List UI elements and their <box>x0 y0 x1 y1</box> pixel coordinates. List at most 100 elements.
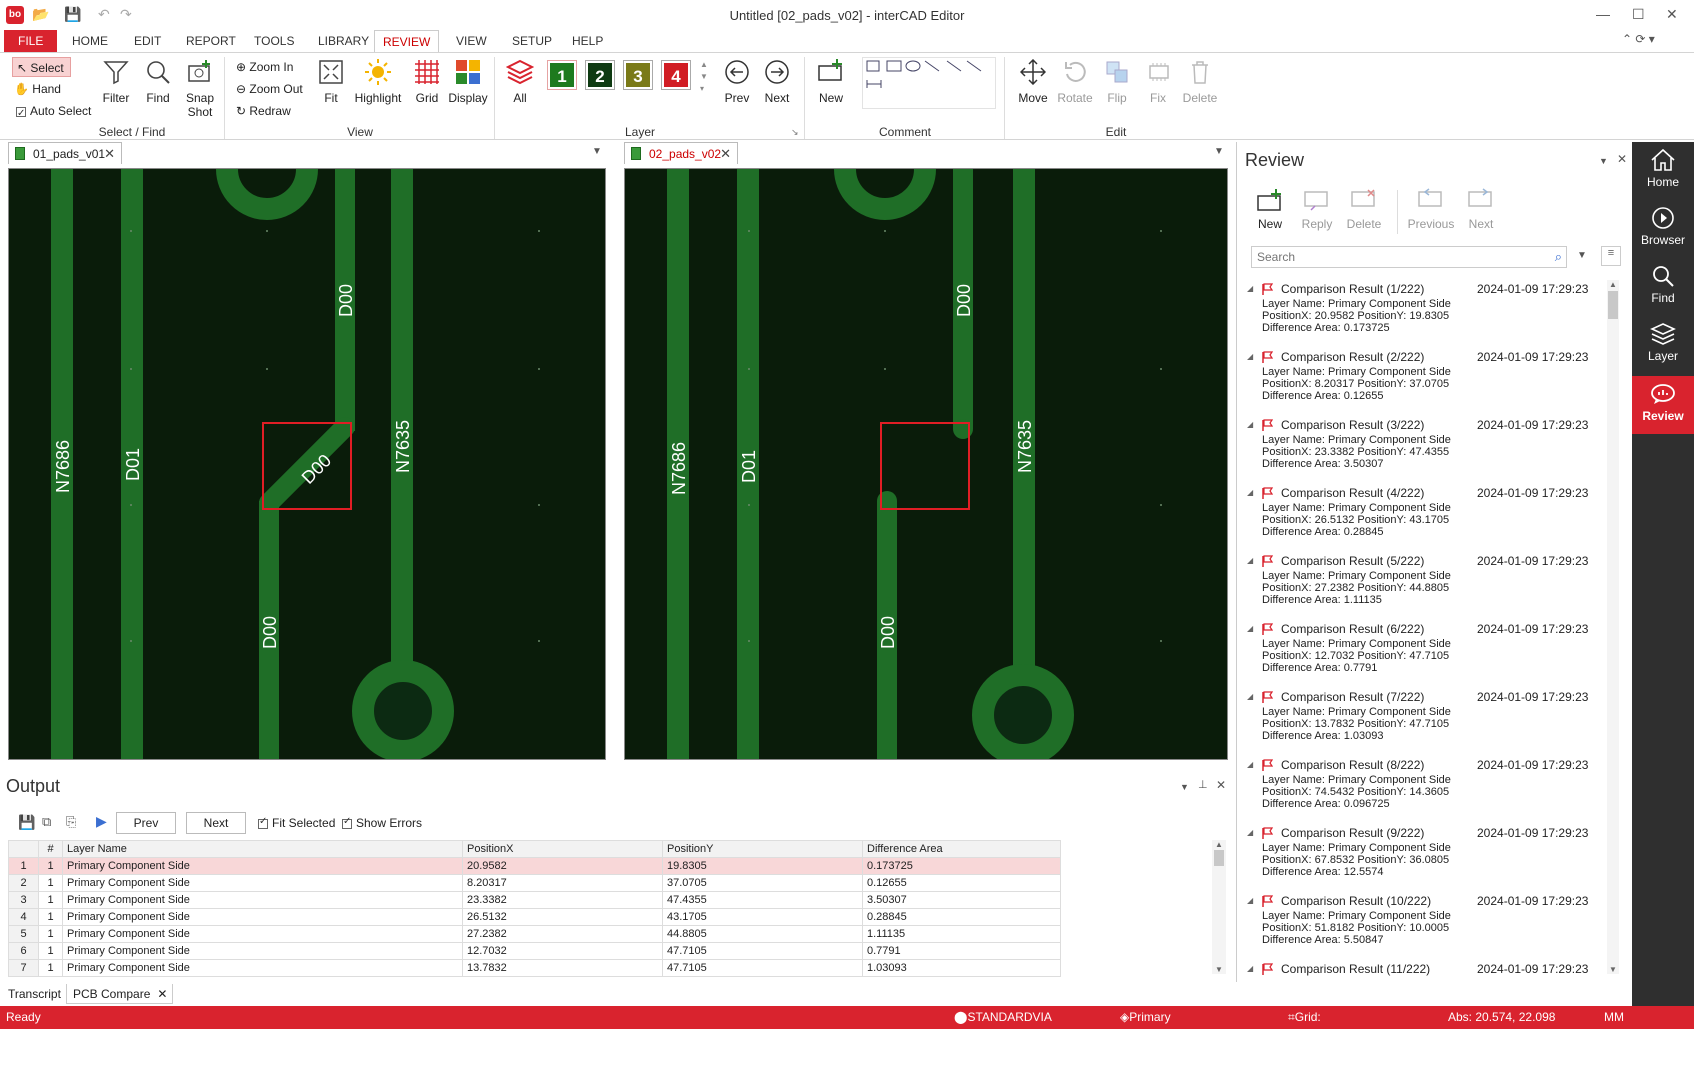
rail-browser[interactable]: Browser <box>1632 200 1694 258</box>
table-row[interactable]: 7 1 Primary Component Side 13.7832 47.7105 1.… <box>8 959 1061 977</box>
collapse-triangle-icon[interactable]: ◢ <box>1247 828 1253 837</box>
review-item[interactable]: ◢ Comparison Result (10/222) 2024-01-09 17… <box>1237 894 1607 957</box>
review-item[interactable]: ◢ Comparison Result (8/222) 2024-01-09 17:… <box>1237 758 1607 821</box>
tab-tools[interactable]: TOOLS <box>246 30 302 52</box>
fit-button[interactable]: Fit <box>316 57 346 105</box>
close-panel-icon[interactable]: ✕ <box>1216 778 1226 792</box>
tab-library[interactable]: LIBRARY <box>310 30 377 52</box>
run-icon[interactable]: ▶ <box>96 813 107 830</box>
scroll-thumb[interactable] <box>1608 291 1618 319</box>
zoom-out-button[interactable]: ⊖ Zoom Out <box>236 79 303 99</box>
output-tab-pcb-compare[interactable]: PCB Compare ✕ <box>66 984 174 1004</box>
hand-button[interactable]: ✋ Hand <box>14 79 61 99</box>
export-icon[interactable]: ⎘ <box>66 814 76 830</box>
reply-button[interactable]: Reply <box>1297 188 1337 231</box>
scroll-thumb[interactable] <box>1214 850 1224 866</box>
next-layer-button[interactable]: Next <box>762 57 792 105</box>
layer-4-toggle[interactable]: 4 <box>661 60 691 90</box>
review-item[interactable]: ◢ Comparison Result (1/222) 2024-01-09 17:… <box>1237 282 1607 345</box>
collapse-triangle-icon[interactable]: ◢ <box>1247 420 1253 429</box>
pin-icon[interactable]: ⊥ <box>1198 778 1208 791</box>
ribbon-options-icon[interactable]: ⌃ ⟳ ▾ <box>1622 32 1655 46</box>
review-scrollbar[interactable]: ▲ ▼ <box>1607 280 1619 974</box>
review-item[interactable]: ◢ Comparison Result (4/222) 2024-01-09 17:… <box>1237 486 1607 549</box>
table-row[interactable]: 6 1 Primary Component Side 12.7032 47.7105 0.… <box>8 942 1061 960</box>
tab-help[interactable]: HELP <box>564 30 611 52</box>
pcb-view-right[interactable]: N7686 D01 D00 N7635 D00 <box>624 168 1228 760</box>
layer-2-toggle[interactable]: 2 <box>585 60 615 90</box>
collapse-triangle-icon[interactable]: ◢ <box>1247 896 1253 905</box>
review-item[interactable]: ◢ Comparison Result (11/222) 2024-01-09 17… <box>1237 962 1607 976</box>
delete-review-button[interactable]: Delete <box>1343 188 1385 231</box>
review-item[interactable]: ◢ Comparison Result (7/222) 2024-01-09 17:… <box>1237 690 1607 753</box>
snapshot-button[interactable]: Snap Shot <box>182 57 218 119</box>
tab-edit[interactable]: EDIT <box>126 30 169 52</box>
new-review-button[interactable]: New <box>1253 188 1287 231</box>
output-scrollbar[interactable]: ▲ ▼ <box>1212 840 1226 974</box>
all-layers-button[interactable]: All <box>504 57 536 105</box>
tab-home[interactable]: HOME <box>64 30 116 52</box>
layer-dialog-launcher-icon[interactable]: ↘ <box>791 127 799 138</box>
rail-home[interactable]: Home <box>1632 142 1694 200</box>
tab-list-dropdown-icon[interactable]: ▼ <box>1214 146 1224 157</box>
display-button[interactable]: Display <box>448 57 488 105</box>
fix-button[interactable]: Fix <box>1144 57 1172 105</box>
layer-scroll[interactable]: ▲ ▼ ▾ <box>700 59 708 95</box>
delete-button[interactable]: Delete <box>1182 57 1218 105</box>
tab-setup[interactable]: SETUP <box>504 30 560 52</box>
output-prev-button[interactable]: Prev <box>116 812 176 834</box>
tab-view[interactable]: VIEW <box>448 30 495 52</box>
table-row[interactable]: 5 1 Primary Component Side 27.2382 44.8805 1.… <box>8 925 1061 943</box>
review-search-box[interactable]: ⌕ <box>1251 246 1567 268</box>
collapse-triangle-icon[interactable]: ◢ <box>1247 964 1253 973</box>
collapse-triangle-icon[interactable]: ◢ <box>1247 760 1253 769</box>
table-row[interactable]: 3 1 Primary Component Side 23.3382 47.4355 3.… <box>8 891 1061 909</box>
close-tab-icon[interactable]: ✕ <box>104 143 115 165</box>
zoom-in-button[interactable]: ⊕ Zoom In <box>236 57 293 77</box>
new-comment-button[interactable]: New <box>814 57 848 105</box>
column-header[interactable]: Difference Area <box>862 840 1061 858</box>
review-item[interactable]: ◢ Comparison Result (6/222) 2024-01-09 17:… <box>1237 622 1607 685</box>
pcb-view-left[interactable]: N7686 D01 D00 N7635 D00 D00 <box>8 168 606 760</box>
select-button[interactable]: ↖ Select <box>12 57 71 77</box>
list-view-icon[interactable]: ≡ <box>1601 246 1621 266</box>
comment-shapes-gallery[interactable] <box>862 57 996 109</box>
search-options-dropdown-icon[interactable]: ▼ <box>1577 250 1587 261</box>
previous-review-button[interactable]: Previous <box>1403 188 1459 231</box>
find-button[interactable]: Find <box>142 57 174 105</box>
column-header[interactable]: PositionY <box>662 840 863 858</box>
next-review-button[interactable]: Next <box>1461 188 1501 231</box>
collapse-triangle-icon[interactable]: ◢ <box>1247 352 1253 361</box>
redraw-button[interactable]: ↻ Redraw <box>236 101 291 121</box>
show-errors-checkbox[interactable]: Show Errors <box>342 816 422 830</box>
close-tab-icon[interactable]: ✕ <box>157 984 167 1004</box>
highlight-button[interactable]: Highlight <box>352 57 404 105</box>
layer-3-toggle[interactable]: 3 <box>623 60 653 90</box>
review-item[interactable]: ◢ Comparison Result (5/222) 2024-01-09 17:… <box>1237 554 1607 617</box>
collapse-triangle-icon[interactable]: ◢ <box>1247 692 1253 701</box>
tab-review[interactable]: REVIEW <box>374 30 440 53</box>
prev-layer-button[interactable]: Prev <box>722 57 752 105</box>
output-next-button[interactable]: Next <box>186 812 246 834</box>
panel-menu-icon[interactable]: ▼ <box>1599 156 1608 166</box>
flip-button[interactable]: Flip <box>1102 57 1132 105</box>
table-row[interactable]: 1 1 Primary Component Side 20.9582 19.8305 0.… <box>8 857 1061 875</box>
review-item[interactable]: ◢ Comparison Result (2/222) 2024-01-09 17:… <box>1237 350 1607 413</box>
column-header[interactable]: Layer Name <box>62 840 463 858</box>
maximize-icon[interactable]: ☐ <box>1632 6 1645 23</box>
save-output-icon[interactable]: 💾 <box>18 814 35 831</box>
tab-file[interactable]: FILE <box>4 30 58 52</box>
collapse-triangle-icon[interactable]: ◢ <box>1247 488 1253 497</box>
rotate-button[interactable]: Rotate <box>1056 57 1094 105</box>
rail-layer[interactable]: Layer <box>1632 316 1694 374</box>
doc-tab-left[interactable]: 01_pads_v01 ✕ <box>8 142 122 164</box>
grid-button[interactable]: Grid <box>412 57 442 105</box>
layer-1-toggle[interactable]: 1 <box>547 60 577 90</box>
fit-selected-checkbox[interactable]: Fit Selected <box>258 816 335 830</box>
column-header[interactable]: # <box>38 840 63 858</box>
close-tab-icon[interactable]: ✕ <box>720 143 731 165</box>
doc-tab-right[interactable]: 02_pads_v02 ✕ <box>624 142 738 164</box>
collapse-triangle-icon[interactable]: ◢ <box>1247 284 1253 293</box>
auto-select-checkbox[interactable]: Auto Select <box>16 101 91 124</box>
minimize-icon[interactable]: — <box>1596 6 1610 22</box>
